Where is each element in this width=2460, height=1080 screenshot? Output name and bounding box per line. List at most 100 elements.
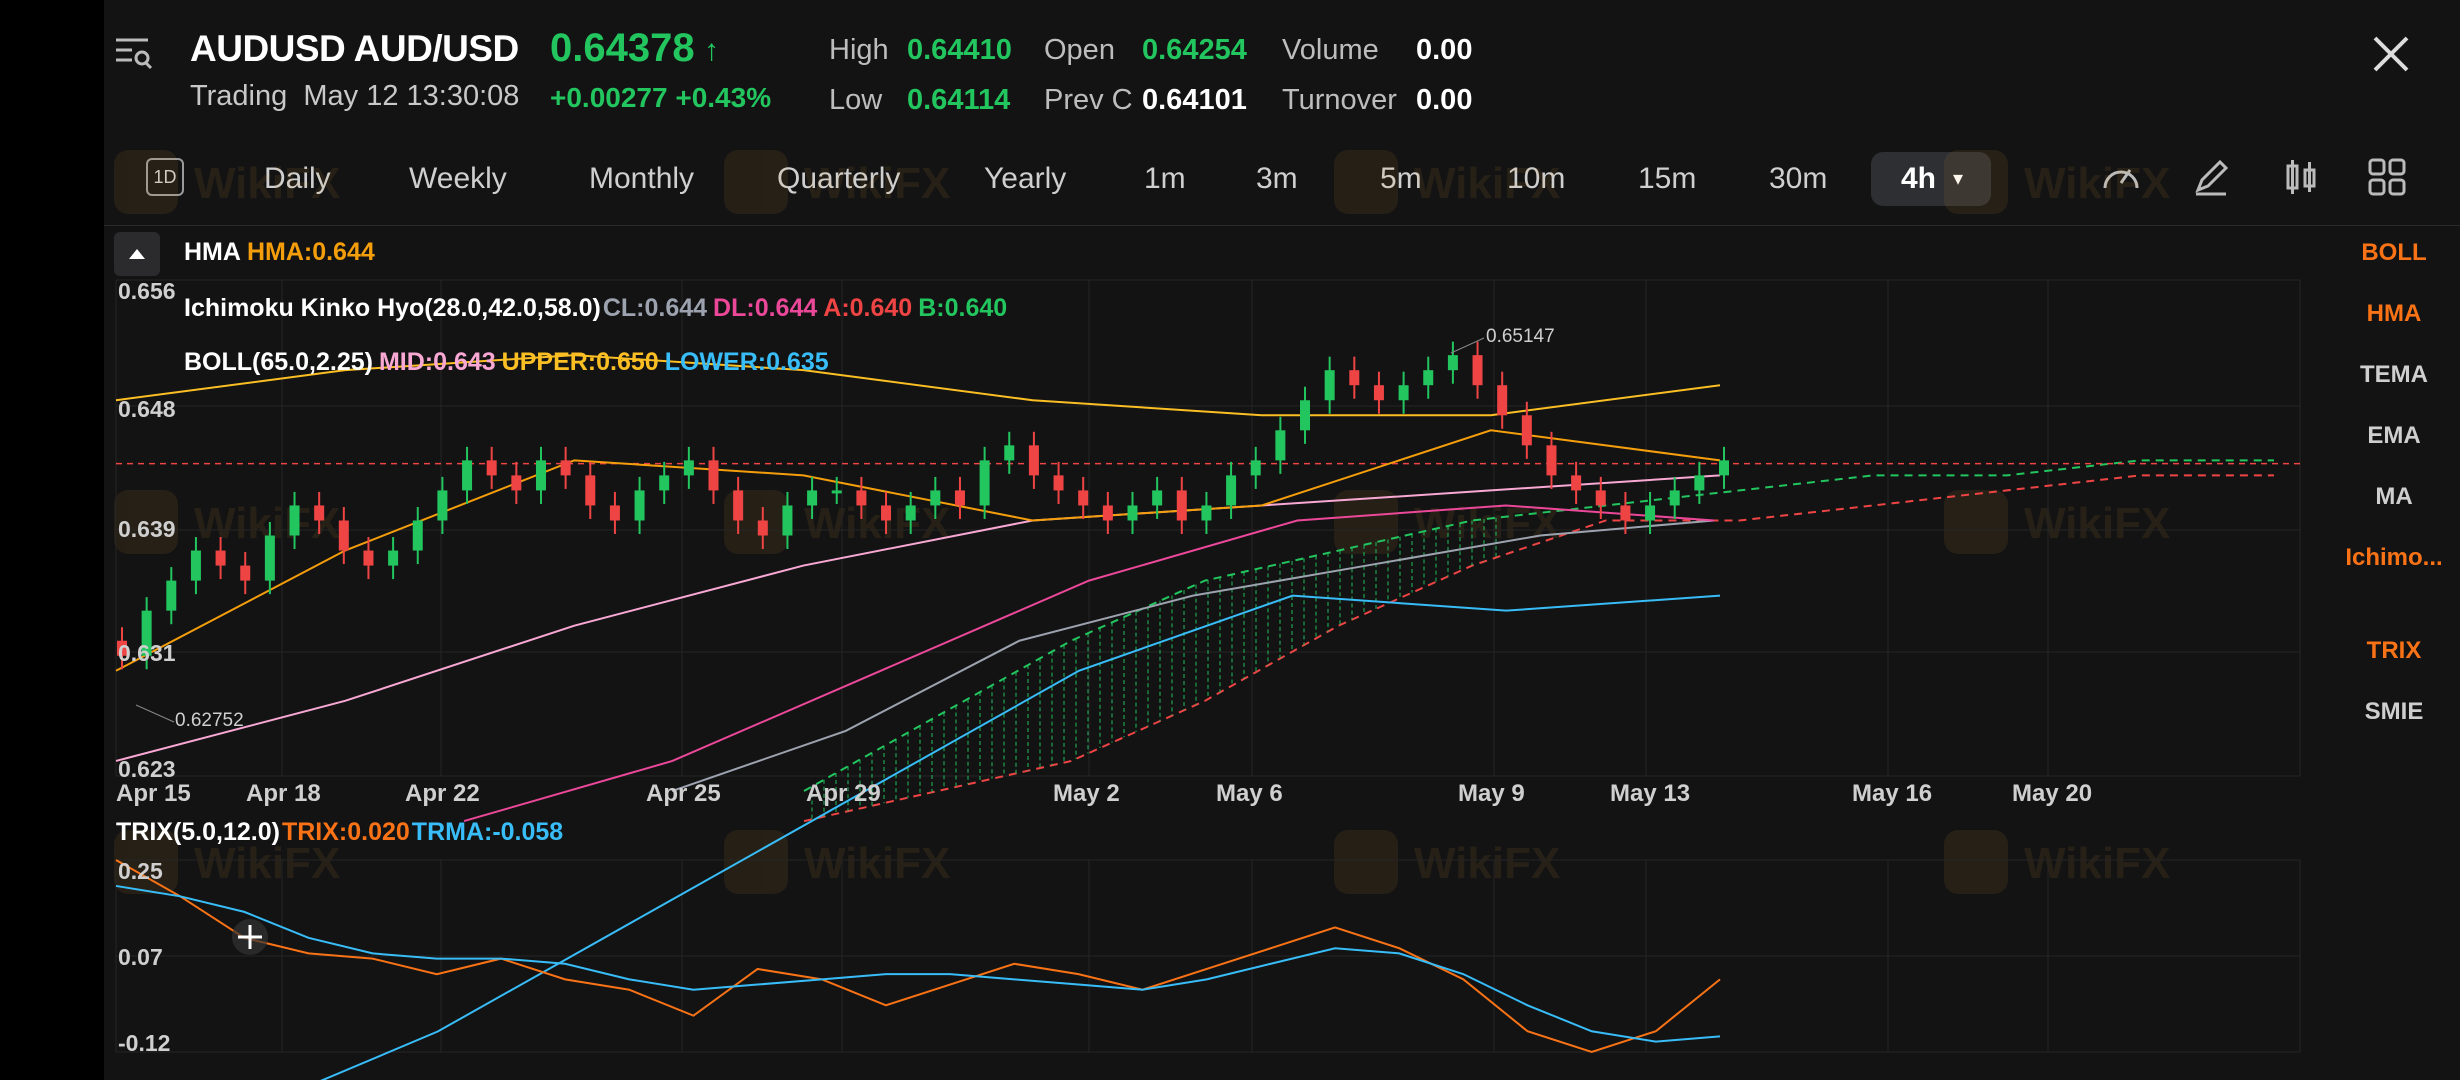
x-tick-label: May 13 [1610, 780, 1691, 807]
ichimoku-b: B:0.640 [918, 294, 1008, 322]
trix-name: TRIX(5.0,12.0) [116, 818, 280, 846]
candle-body [1028, 445, 1039, 476]
candle-body [782, 505, 793, 536]
trix-value: TRIX:0.020 [281, 818, 410, 846]
ichimoku-name: Ichimoku Kinko Hyo(28.0,42.0,58.0) [184, 294, 601, 322]
watermark-logo: WikiFX [724, 150, 950, 214]
candle-body [1447, 355, 1458, 371]
hma-name: HMA [184, 238, 241, 266]
high-marker-label: 0.65147 [1486, 326, 1555, 347]
candle-body [1127, 505, 1138, 521]
candle-body [856, 490, 867, 506]
boll-lower: LOWER:0.635 [664, 348, 829, 376]
candle-body [190, 550, 201, 581]
sidebar-item-smie[interactable]: SMIE [2328, 698, 2460, 726]
candle-body [733, 490, 744, 521]
candle-body [1472, 355, 1483, 386]
svg-text:WikiFX: WikiFX [1414, 159, 1560, 208]
boll-mid: MID:0.643 [378, 348, 496, 376]
x-tick-label: May 2 [1053, 780, 1120, 807]
y-tick-label: 0.631 [118, 640, 176, 666]
app-window: AUDUSD AUD/USD 0.64378 ↑ Trading May 12 … [104, 0, 2460, 1080]
candle-body [1620, 505, 1631, 521]
candle-body [462, 460, 473, 491]
candle-body [1398, 385, 1409, 401]
high-marker-line [1450, 337, 1485, 354]
sidebar-item-tema[interactable]: TEMA [2328, 361, 2460, 389]
candle-body [930, 490, 941, 506]
x-tick-label: Apr 25 [646, 780, 721, 807]
candle-body [708, 460, 719, 491]
candle-body [264, 535, 275, 581]
candle-body [1275, 430, 1286, 461]
x-tick-label: Apr 15 [116, 780, 191, 807]
sidebar-item-ma[interactable]: MA [2328, 483, 2460, 511]
svg-text:WikiFX: WikiFX [2024, 499, 2170, 548]
trma-line [115, 884, 1721, 1043]
low-marker-label: 0.62752 [175, 710, 244, 731]
candle-body [1004, 445, 1015, 461]
candle-body [659, 475, 670, 491]
candle-body [1645, 505, 1656, 521]
candle-body [388, 550, 399, 566]
candle-body [979, 460, 990, 506]
candle-body [1546, 445, 1557, 476]
sidebar-item-hma[interactable]: HMA [2328, 300, 2460, 328]
candle-body [1152, 490, 1163, 506]
candle-body [1595, 490, 1606, 506]
candle-body [881, 505, 892, 521]
candle-body [1423, 370, 1434, 386]
candle-body [683, 460, 694, 476]
candle-body [166, 580, 177, 611]
candle-body [314, 505, 325, 521]
watermark-logo: WikiFX [724, 830, 950, 894]
candle-body [1571, 475, 1582, 491]
x-tick-label: Apr 29 [806, 780, 881, 807]
y-tick-label: 0.648 [118, 396, 176, 422]
candle-body [1373, 385, 1384, 401]
candle-body [1497, 385, 1508, 416]
trix-y-tick-label: 0.25 [118, 858, 163, 884]
candle-body [757, 520, 768, 536]
chevron-up-icon [129, 249, 145, 259]
candle-body [905, 505, 916, 521]
svg-text:WikiFX: WikiFX [2024, 159, 2170, 208]
low-marker-line [135, 704, 175, 723]
ichimoku-dl: DL:0.644 [713, 294, 818, 322]
crosshair-icon[interactable] [230, 917, 270, 957]
watermark-logo: WikiFX [1334, 150, 1560, 214]
sidebar-item-ema[interactable]: EMA [2328, 422, 2460, 450]
candle-body [437, 490, 448, 521]
watermark-logo: WikiFX [1944, 830, 2170, 894]
y-tick-label: 0.639 [118, 516, 176, 542]
candle-body [1719, 460, 1729, 476]
candle-body [1694, 475, 1705, 491]
sidebar-item-ichimo[interactable]: Ichimo... [2328, 544, 2460, 572]
chart-canvas[interactable]: WikiFX WikiFX WikiFX WikiFX WikiFX WikiFX Wiki… [104, 0, 2460, 1080]
candle-body [831, 490, 842, 494]
candle-body [1300, 400, 1311, 431]
x-tick-label: May 9 [1458, 780, 1525, 807]
sidebar-item-trix[interactable]: TRIX [2328, 637, 2460, 665]
sidebar-item-boll[interactable]: BOLL [2328, 239, 2460, 267]
svg-text:WikiFX: WikiFX [804, 839, 950, 888]
svg-text:WikiFX: WikiFX [2024, 839, 2170, 888]
candle-body [954, 490, 965, 506]
boll-upper: UPPER:0.650 [501, 348, 659, 376]
candle-body [1201, 505, 1212, 521]
candle-body [1250, 460, 1261, 476]
candle-body [1226, 475, 1237, 506]
candle-body [634, 490, 645, 521]
collapse-indicators-button[interactable] [114, 232, 160, 276]
candle-body [289, 505, 300, 536]
x-tick-label: May 20 [2012, 780, 2093, 807]
candle-body [486, 460, 497, 476]
boll-legend: BOLL(65.0,2.25) MID:0.643 UPPER:0.650 LOWER… [184, 348, 835, 377]
x-tick-label: Apr 22 [405, 780, 480, 807]
watermark-logo: WikiFX [1334, 830, 1560, 894]
svg-text:WikiFX: WikiFX [1414, 839, 1560, 888]
x-tick-label: May 16 [1852, 780, 1933, 807]
candle-body [1078, 490, 1089, 506]
watermark-logo: WikiFX [1944, 150, 2170, 214]
candle-body [609, 505, 620, 521]
